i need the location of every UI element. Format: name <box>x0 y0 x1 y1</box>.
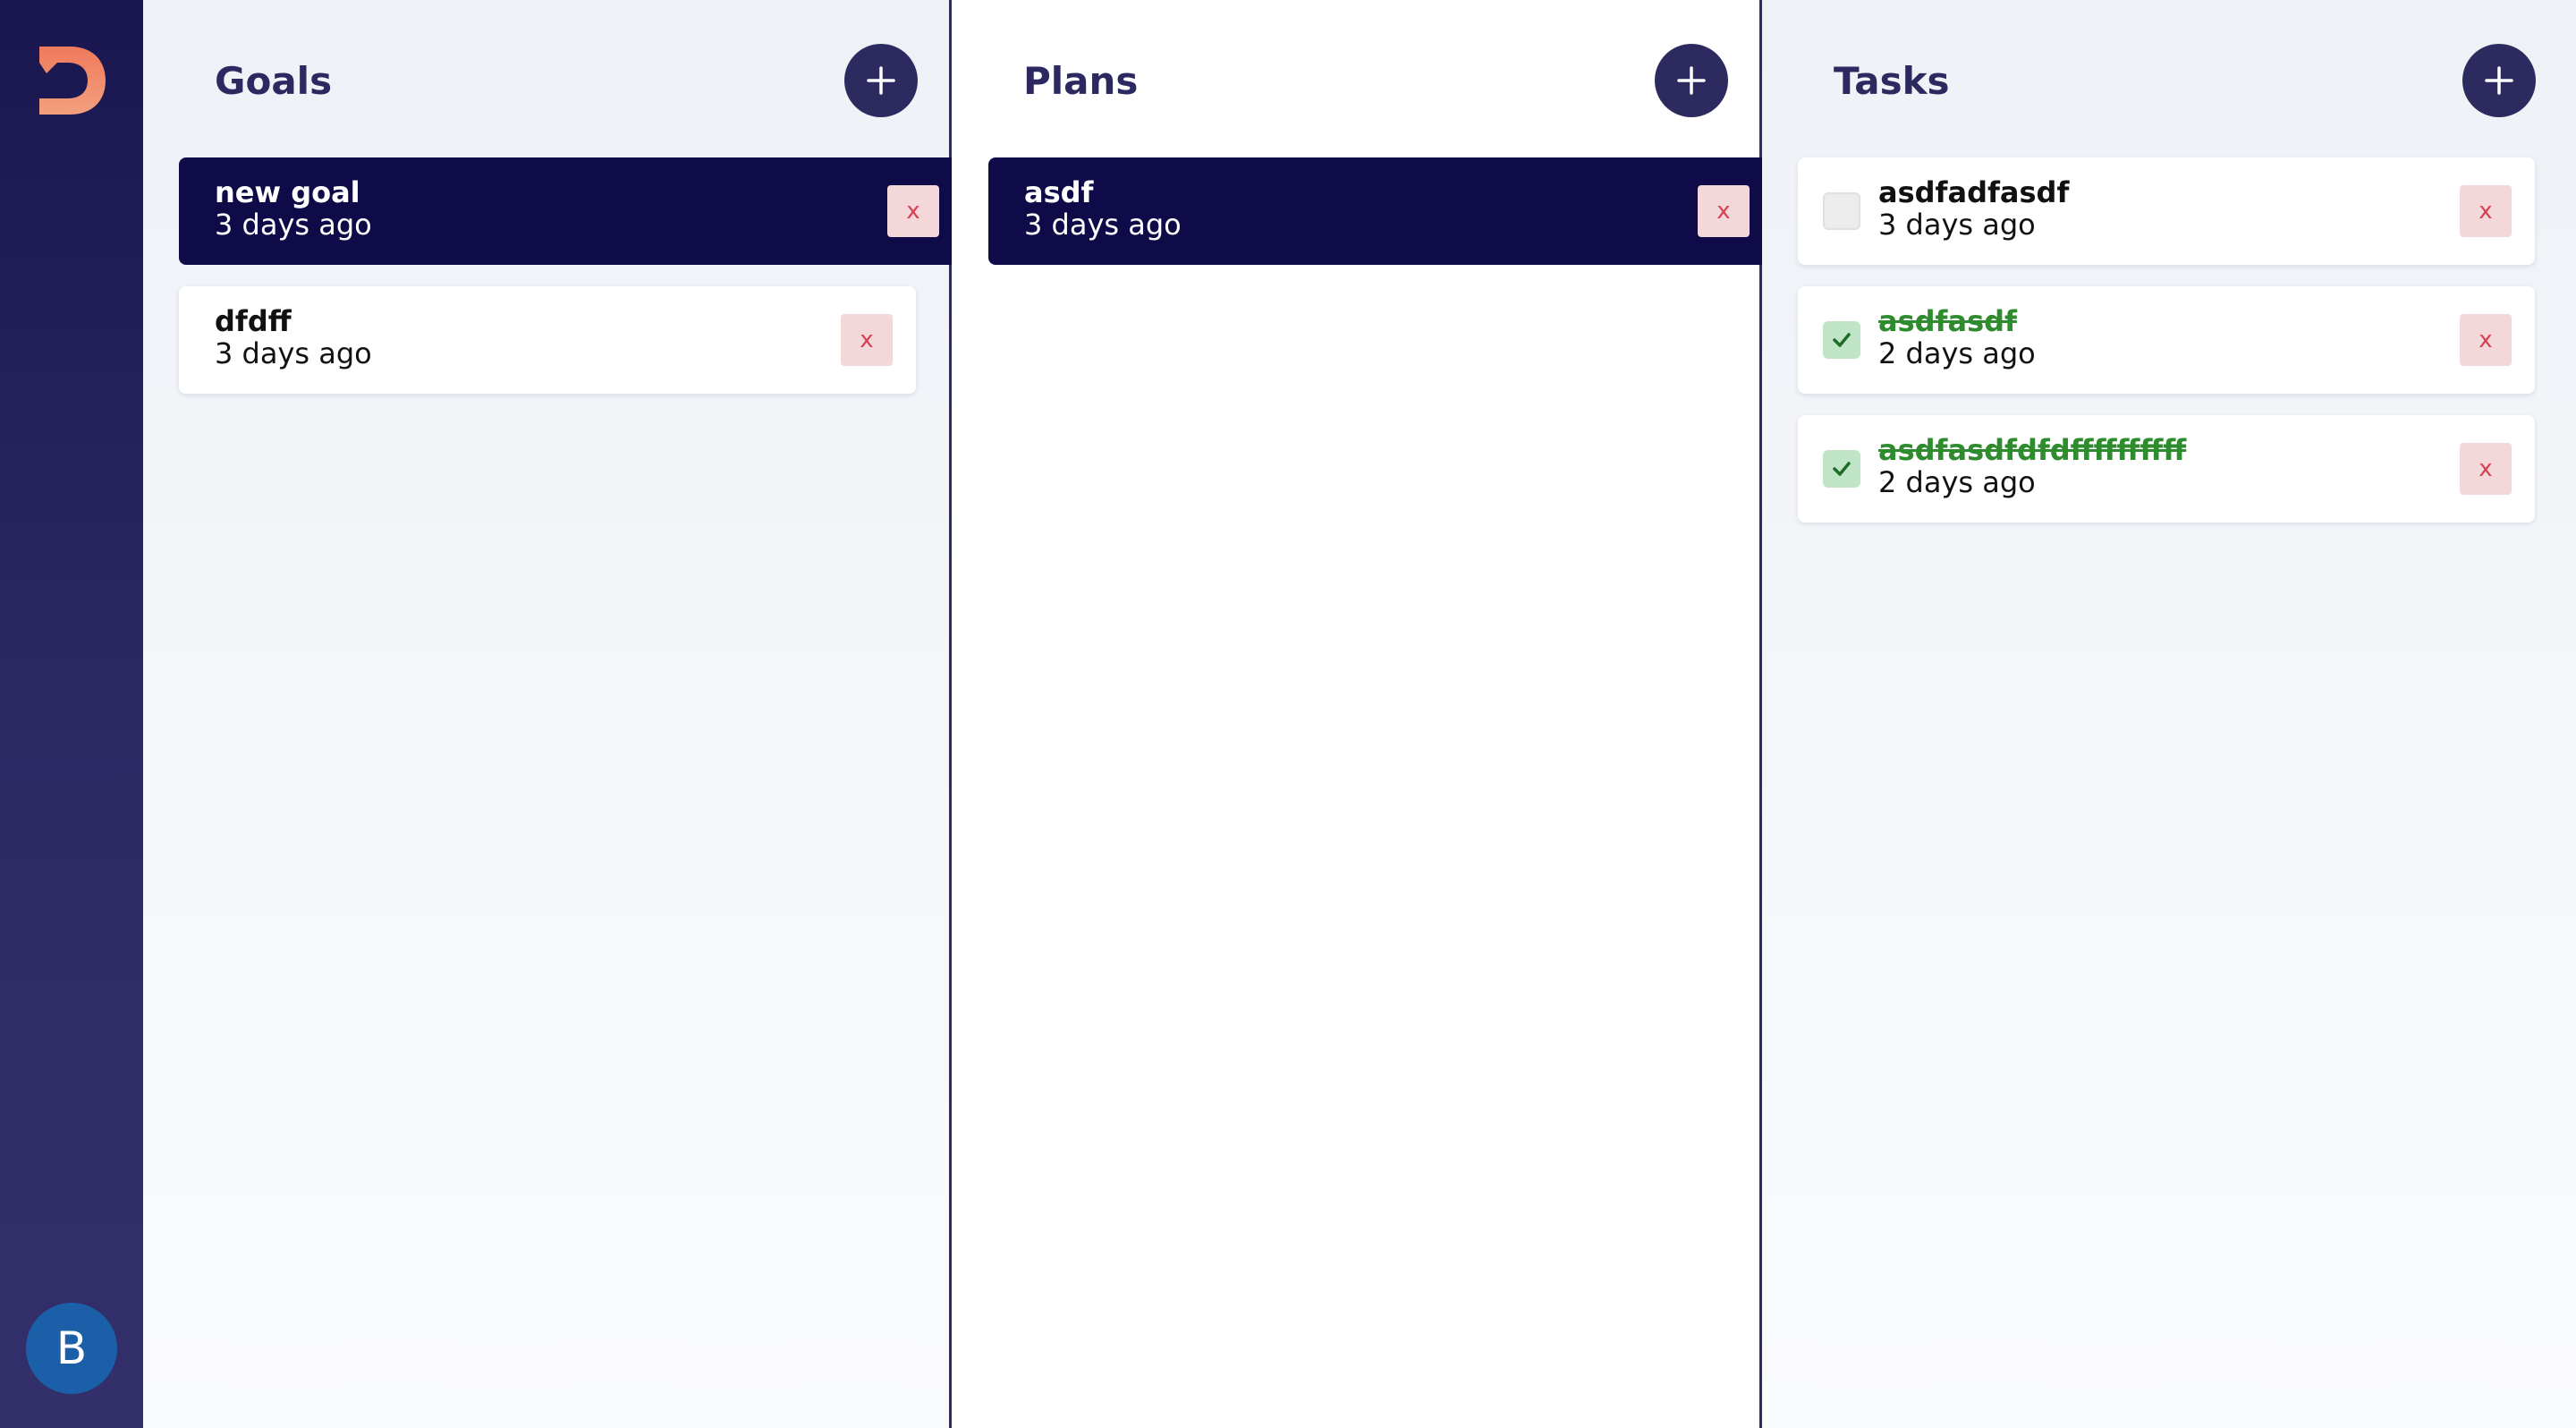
plans-title: Plans <box>1023 59 1139 103</box>
plus-icon <box>867 66 895 95</box>
goal-item[interactable]: new goal 3 days ago x <box>179 157 952 265</box>
check-icon <box>1833 462 1851 476</box>
task-item[interactable]: asdfasdf 2 days ago x <box>1798 286 2535 394</box>
sidebar: B <box>0 0 143 1428</box>
goal-item-time: 3 days ago <box>215 336 372 370</box>
add-plan-button[interactable] <box>1655 44 1728 117</box>
delete-goal-button[interactable]: x <box>887 185 939 237</box>
goals-column: Goals new goal 3 days ago x dfdff 3 days… <box>143 0 952 1428</box>
app-root: B Goals new goal 3 days ago x dfdff 3 da… <box>0 0 2576 1428</box>
goal-item-title: new goal <box>215 175 360 209</box>
add-task-button[interactable] <box>2462 44 2536 117</box>
task-item-title: asdfadfasdf <box>1878 175 2070 209</box>
goals-title: Goals <box>215 59 333 103</box>
check-icon <box>1833 333 1851 347</box>
goal-item[interactable]: dfdff 3 days ago x <box>179 286 916 394</box>
task-item[interactable]: asdfadfasdf 3 days ago x <box>1798 157 2535 265</box>
tasks-column: Tasks asdfadfasdf 3 days ago x asdfasdf … <box>1762 0 2576 1428</box>
user-avatar[interactable]: B <box>26 1303 117 1394</box>
task-item-time: 3 days ago <box>1878 208 2036 242</box>
app-logo-icon[interactable] <box>34 43 109 118</box>
task-checkbox[interactable] <box>1823 321 1860 359</box>
plus-icon <box>2485 66 2513 95</box>
plan-item-title: asdf <box>1024 175 1094 209</box>
tasks-title: Tasks <box>1834 59 1950 103</box>
task-checkbox[interactable] <box>1823 450 1860 488</box>
delete-goal-button[interactable]: x <box>841 314 893 366</box>
add-goal-button[interactable] <box>844 44 918 117</box>
goal-item-title: dfdff <box>215 304 292 338</box>
task-item-time: 2 days ago <box>1878 336 2036 370</box>
delete-task-button[interactable]: x <box>2460 185 2512 237</box>
plus-icon <box>1677 66 1706 95</box>
delete-plan-button[interactable]: x <box>1698 185 1750 237</box>
task-item-time: 2 days ago <box>1878 465 2036 499</box>
delete-task-button[interactable]: x <box>2460 443 2512 495</box>
delete-task-button[interactable]: x <box>2460 314 2512 366</box>
task-item-title: asdfasdfdfdffffffffff <box>1878 433 2187 467</box>
plan-item-time: 3 days ago <box>1024 208 1182 242</box>
plans-column: Plans asdf 3 days ago x <box>952 0 1762 1428</box>
task-checkbox[interactable] <box>1823 192 1860 230</box>
plan-item[interactable]: asdf 3 days ago x <box>988 157 1762 265</box>
task-item-title: asdfasdf <box>1878 304 2017 338</box>
task-item[interactable]: asdfasdfdfdffffffffff 2 days ago x <box>1798 415 2535 523</box>
goal-item-time: 3 days ago <box>215 208 372 242</box>
